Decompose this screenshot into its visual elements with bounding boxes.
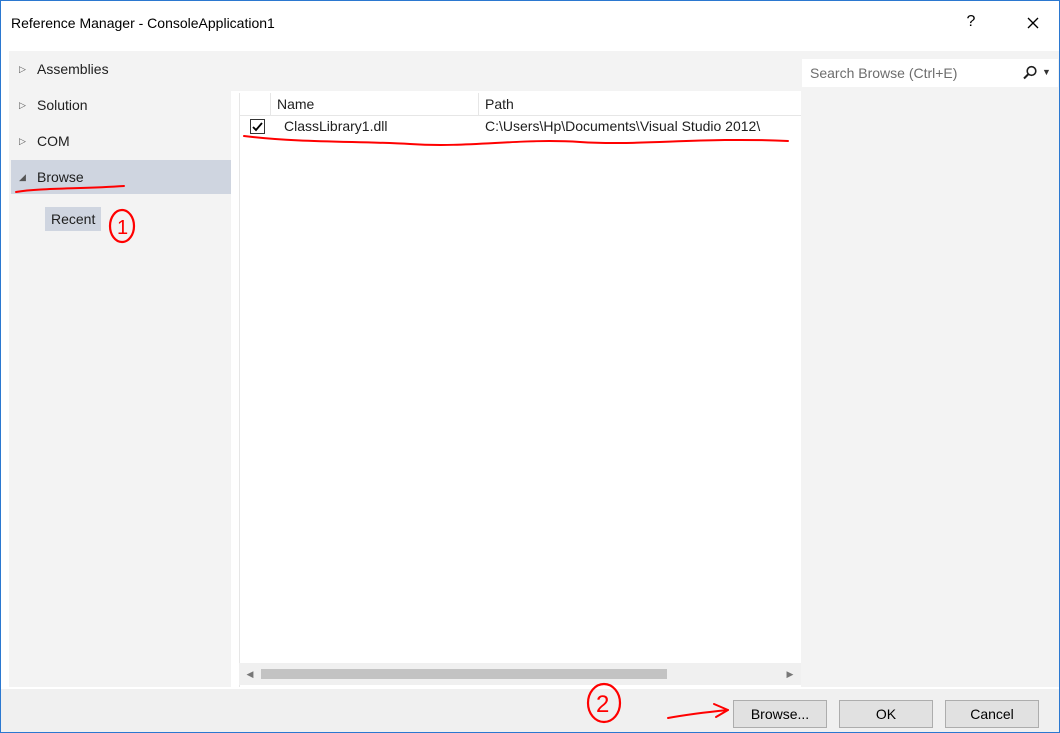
- sidebar-item-label: Solution: [37, 97, 88, 113]
- help-button[interactable]: ?: [959, 13, 983, 35]
- search-icon[interactable]: [1022, 65, 1038, 81]
- ok-button[interactable]: OK: [839, 700, 933, 728]
- list-header: Name Path: [240, 93, 802, 116]
- scroll-right-icon[interactable]: ▶: [783, 667, 797, 681]
- details-pane: [801, 51, 1059, 687]
- include-checkbox[interactable]: [250, 119, 265, 134]
- sidebar-item-com[interactable]: ▷ COM: [11, 124, 231, 158]
- scrollbar-thumb[interactable]: [261, 669, 667, 679]
- sidebar-item-label: Browse: [37, 169, 84, 185]
- sidebar-item-label: Assemblies: [37, 61, 109, 77]
- column-header-name[interactable]: Name: [270, 93, 477, 115]
- column-header-path[interactable]: Path: [478, 93, 803, 115]
- sidebar-item-assemblies[interactable]: ▷ Assemblies: [11, 52, 231, 86]
- sidebar-item-solution[interactable]: ▷ Solution: [11, 88, 231, 122]
- content-header-area: [231, 51, 801, 91]
- cancel-button[interactable]: Cancel: [945, 700, 1039, 728]
- collapse-arrow-icon: ◢: [19, 171, 26, 182]
- expand-arrow-icon: ▷: [19, 99, 26, 110]
- table-row[interactable]: ClassLibrary1.dll C:\Users\Hp\Documents\…: [240, 115, 802, 137]
- close-icon: [1027, 17, 1039, 29]
- browse-button[interactable]: Browse...: [733, 700, 827, 728]
- search-input[interactable]: [810, 63, 1010, 83]
- sidebar-subitem-recent[interactable]: Recent: [45, 207, 102, 231]
- sidebar-item-browse[interactable]: ◢ Browse: [11, 160, 231, 194]
- reference-name: ClassLibrary1.dll: [284, 118, 388, 134]
- close-button[interactable]: [1019, 9, 1047, 37]
- category-sidebar: ▷ Assemblies ▷ Solution ▷ COM ◢ Browse R…: [9, 51, 231, 687]
- reference-list: Name Path ClassLibrary1.dll C:\Users\Hp\…: [239, 93, 802, 687]
- scroll-left-icon[interactable]: ◀: [243, 667, 257, 681]
- chevron-down-icon[interactable]: ▼: [1042, 67, 1051, 77]
- reference-manager-window: Reference Manager - ConsoleApplication1 …: [0, 0, 1060, 733]
- title-bar: Reference Manager - ConsoleApplication1 …: [1, 1, 1059, 45]
- expand-arrow-icon: ▷: [19, 63, 26, 74]
- reference-path: C:\Users\Hp\Documents\Visual Studio 2012…: [485, 118, 761, 134]
- checkmark-icon: [252, 122, 263, 132]
- expand-arrow-icon: ▷: [19, 135, 26, 146]
- search-box[interactable]: ▼: [801, 58, 1059, 88]
- sidebar-item-label: COM: [37, 133, 70, 149]
- window-title: Reference Manager - ConsoleApplication1: [11, 15, 275, 31]
- horizontal-scrollbar[interactable]: ◀ ▶: [239, 663, 801, 685]
